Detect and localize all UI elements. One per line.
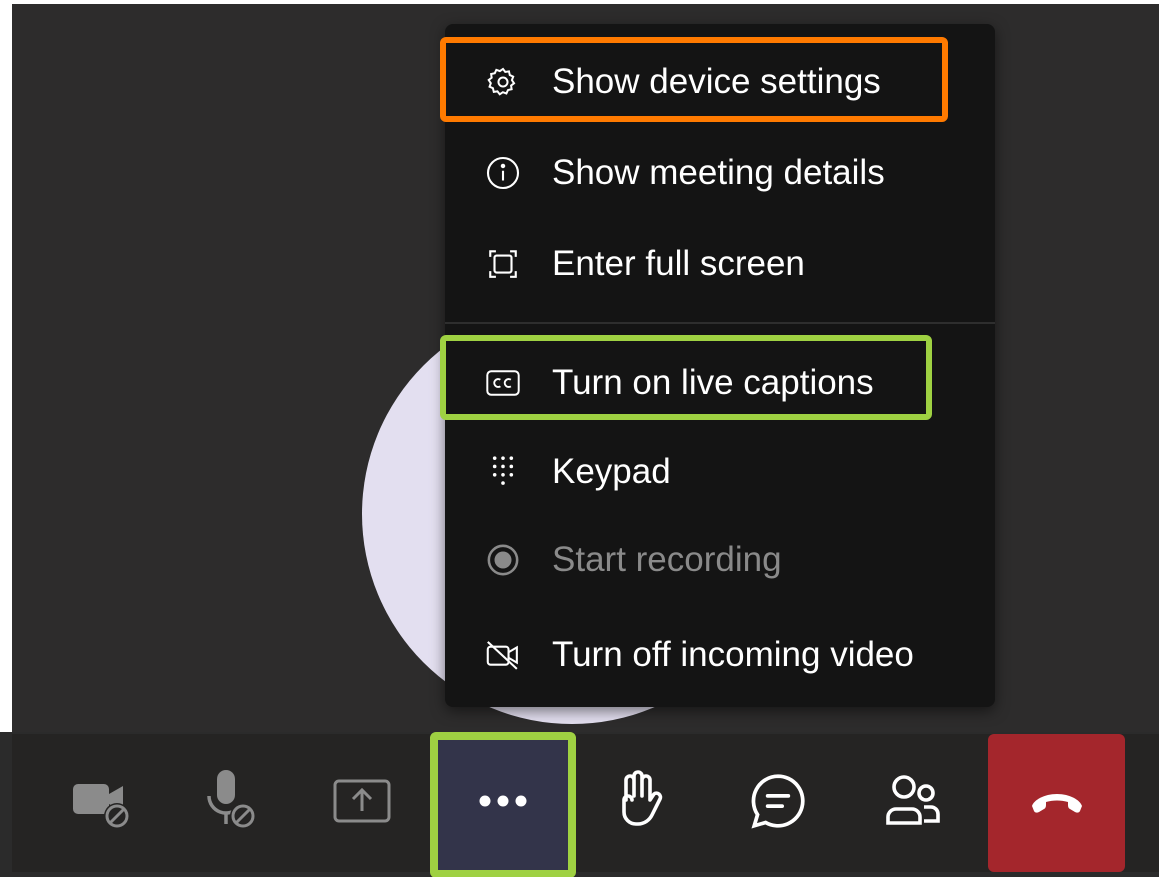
- info-icon: [485, 155, 521, 191]
- video-off-icon: [485, 637, 521, 673]
- mic-off-icon: [201, 768, 263, 839]
- frame-edge-bottom: [0, 877, 1163, 895]
- menu-item-label: Show device settings: [552, 62, 881, 101]
- hand-icon: [610, 769, 666, 837]
- menu-item-label: Show meeting details: [552, 153, 885, 192]
- record-icon: [485, 542, 521, 578]
- camera-off-button[interactable]: [42, 734, 162, 872]
- ellipsis-icon: [478, 794, 528, 813]
- keypad-icon: [485, 454, 521, 490]
- raise-hand-button[interactable]: [578, 734, 698, 872]
- participants-button[interactable]: [852, 734, 972, 872]
- mic-off-button[interactable]: [172, 734, 292, 872]
- menu-item-label: Start recording: [552, 540, 782, 579]
- camera-off-icon: [69, 770, 135, 837]
- leave-button[interactable]: [988, 734, 1125, 872]
- more-actions-button[interactable]: [438, 734, 568, 872]
- hang-up-icon: [1028, 788, 1086, 819]
- more-actions-menu: Show device settings Show meeting detail…: [445, 24, 995, 707]
- meeting-toolbar: [12, 734, 1159, 872]
- closed-captions-icon: [485, 365, 521, 401]
- menu-item-label: Enter full screen: [552, 244, 805, 283]
- menu-item-keypad[interactable]: Keypad: [445, 428, 995, 516]
- menu-item-turn-off-incoming-video[interactable]: Turn off incoming video: [445, 611, 995, 699]
- share-screen-icon: [331, 777, 393, 830]
- full-screen-icon: [485, 246, 521, 282]
- menu-item-label: Keypad: [552, 452, 671, 491]
- chat-icon: [747, 770, 809, 837]
- menu-divider: [445, 322, 995, 324]
- menu-item-label: Turn off incoming video: [552, 635, 914, 674]
- participants-icon: [882, 773, 942, 834]
- frame-edge-right: [1159, 0, 1163, 895]
- menu-item-show-device-settings[interactable]: Show device settings: [445, 38, 995, 126]
- menu-item-enter-full-screen[interactable]: Enter full screen: [445, 220, 995, 308]
- gear-icon: [485, 64, 521, 100]
- chat-button[interactable]: [718, 734, 838, 872]
- menu-item-show-meeting-details[interactable]: Show meeting details: [445, 129, 995, 217]
- menu-item-start-recording: Start recording: [445, 516, 995, 604]
- frame-edge-left: [0, 0, 12, 732]
- menu-item-turn-on-live-captions[interactable]: Turn on live captions: [445, 339, 995, 427]
- menu-item-label: Turn on live captions: [552, 363, 874, 402]
- share-screen-button[interactable]: [302, 734, 422, 872]
